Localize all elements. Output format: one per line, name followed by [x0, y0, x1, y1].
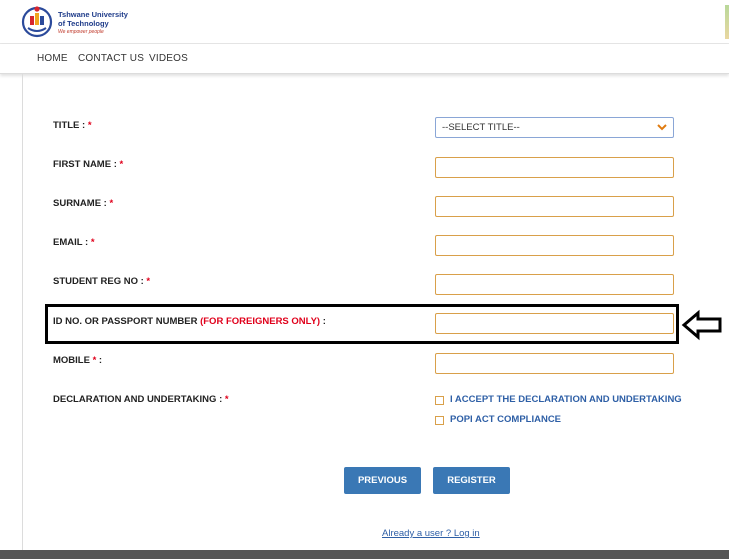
title-select[interactable]: --SELECT TITLE--: [435, 117, 674, 138]
footer-bar: [0, 550, 729, 559]
first-name-input[interactable]: [435, 157, 674, 178]
main-nav: HOME CONTACT US VIDEOS: [0, 44, 729, 74]
register-button[interactable]: REGISTER: [433, 467, 510, 494]
foreigners-note: (FOR FOREIGNERS ONLY): [200, 316, 321, 327]
id-passport-input[interactable]: [435, 313, 674, 334]
left-arrow-icon: [681, 309, 722, 341]
tut-logo[interactable]: Tshwane University of Technology We empo…: [20, 4, 140, 40]
nav-item-videos[interactable]: VIDEOS: [149, 53, 188, 64]
popi-compliance-checkbox[interactable]: [435, 416, 444, 425]
title-select-value: --SELECT TITLE--: [442, 122, 520, 133]
required-marker: *: [146, 276, 151, 287]
university-tagline: We empower people: [58, 29, 104, 35]
email-input[interactable]: [435, 235, 674, 256]
popi-compliance-label[interactable]: POPI ACT COMPLIANCE: [450, 414, 561, 425]
required-marker: *: [224, 394, 229, 405]
header-banner-image: [725, 5, 729, 39]
accept-declaration-checkbox[interactable]: [435, 396, 444, 405]
tut-logo-emblem-icon: [21, 6, 53, 38]
required-marker: *: [87, 120, 92, 131]
declaration-label: DECLARATION AND UNDERTAKING : *: [53, 394, 229, 405]
mobile-input[interactable]: [435, 353, 674, 374]
surname-input[interactable]: [435, 196, 674, 217]
university-name: Tshwane University of Technology: [58, 10, 128, 28]
required-marker: *: [119, 159, 124, 170]
required-marker: *: [90, 237, 95, 248]
nav-item-home[interactable]: HOME: [37, 53, 68, 64]
surname-label: SURNAME : *: [53, 198, 114, 209]
student-reg-input[interactable]: [435, 274, 674, 295]
email-label: EMAIL : *: [53, 237, 95, 248]
site-header: Tshwane University of Technology We empo…: [0, 0, 729, 44]
first-name-label: FIRST NAME : *: [53, 159, 124, 170]
chevron-down-icon: [657, 124, 667, 131]
login-link[interactable]: Already a user ? Log in: [382, 528, 480, 539]
accept-declaration-label[interactable]: I ACCEPT THE DECLARATION AND UNDERTAKING: [450, 394, 682, 405]
id-passport-label: ID NO. OR PASSPORT NUMBER (FOR FOREIGNER…: [53, 316, 326, 327]
nav-item-contact-us[interactable]: CONTACT US: [78, 53, 144, 64]
student-reg-label: STUDENT REG NO : *: [53, 276, 151, 287]
title-label: TITLE : *: [53, 120, 92, 131]
mobile-label: MOBILE * :: [53, 355, 103, 366]
required-marker: *: [109, 198, 114, 209]
content-border: [22, 74, 23, 550]
previous-button[interactable]: PREVIOUS: [344, 467, 421, 494]
